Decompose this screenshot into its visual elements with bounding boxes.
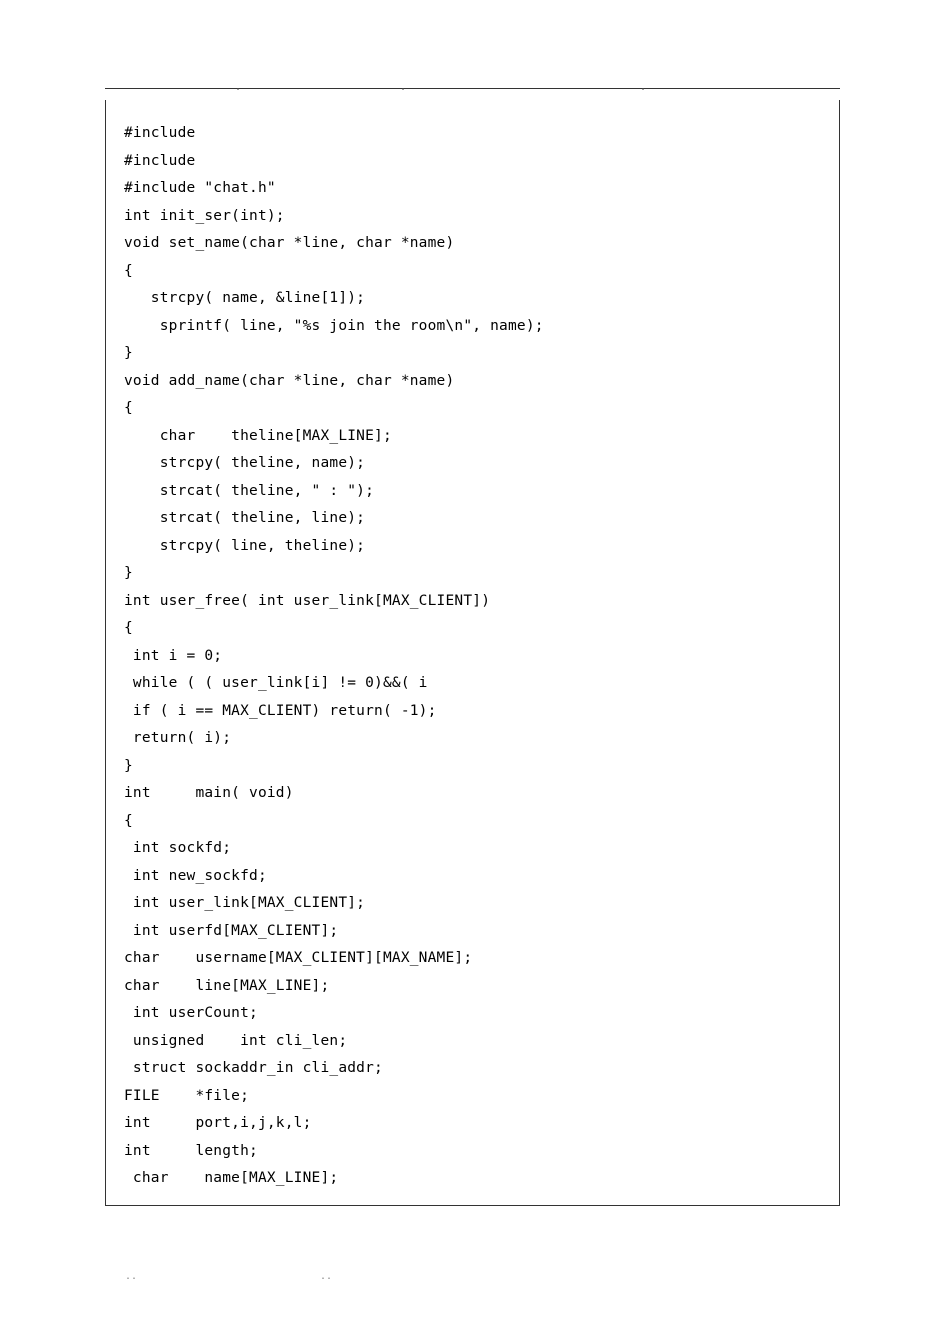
code-line: int main( void) <box>124 780 821 808</box>
code-line: int user_free( int user_link[MAX_CLIENT]… <box>124 588 821 616</box>
header-dot: . <box>235 82 241 93</box>
code-line: { <box>124 808 821 836</box>
footer-dot: .. <box>320 1271 332 1282</box>
code-line: char line[MAX_LINE]; <box>124 973 821 1001</box>
code-line: #include <box>124 120 821 148</box>
code-line: strcpy( theline, name); <box>124 450 821 478</box>
code-line: int i = 0; <box>124 643 821 671</box>
code-line: { <box>124 615 821 643</box>
code-line: int userfd[MAX_CLIENT]; <box>124 918 821 946</box>
code-line: while ( ( user_link[i] != 0)&&( i <box>124 670 821 698</box>
code-line: if ( i == MAX_CLIENT) return( -1); <box>124 698 821 726</box>
footer-dot: .. <box>125 1271 137 1282</box>
code-container: #include #include #include "chat.h" int … <box>105 100 840 1206</box>
code-line: #include <box>124 148 821 176</box>
code-line: { <box>124 395 821 423</box>
code-line: int new_sockfd; <box>124 863 821 891</box>
code-line: char name[MAX_LINE]; <box>124 1165 821 1193</box>
header-dot: . <box>640 82 646 93</box>
code-line: void set_name(char *line, char *name) <box>124 230 821 258</box>
code-line: return( i); <box>124 725 821 753</box>
code-line: struct sockaddr_in cli_addr; <box>124 1055 821 1083</box>
code-line: #include "chat.h" <box>124 175 821 203</box>
code-line: strcpy( line, theline); <box>124 533 821 561</box>
code-line: unsigned int cli_len; <box>124 1028 821 1056</box>
code-line: strcat( theline, line); <box>124 505 821 533</box>
code-line: strcpy( name, &line[1]); <box>124 285 821 313</box>
code-line: int init_ser(int); <box>124 203 821 231</box>
code-line: char theline[MAX_LINE]; <box>124 423 821 451</box>
code-line: { <box>124 258 821 286</box>
code-line: sprintf( line, "%s join the room\n", nam… <box>124 313 821 341</box>
header-divider <box>105 88 840 89</box>
code-line: } <box>124 560 821 588</box>
code-line: FILE *file; <box>124 1083 821 1111</box>
code-line: int length; <box>124 1138 821 1166</box>
code-line: } <box>124 753 821 781</box>
code-line: char username[MAX_CLIENT][MAX_NAME]; <box>124 945 821 973</box>
code-line: int user_link[MAX_CLIENT]; <box>124 890 821 918</box>
code-line: strcat( theline, " : "); <box>124 478 821 506</box>
code-line: } <box>124 340 821 368</box>
header-dot: . <box>400 82 406 93</box>
code-line: int userCount; <box>124 1000 821 1028</box>
code-line: void add_name(char *line, char *name) <box>124 368 821 396</box>
code-line: int port,i,j,k,l; <box>124 1110 821 1138</box>
code-line: int sockfd; <box>124 835 821 863</box>
